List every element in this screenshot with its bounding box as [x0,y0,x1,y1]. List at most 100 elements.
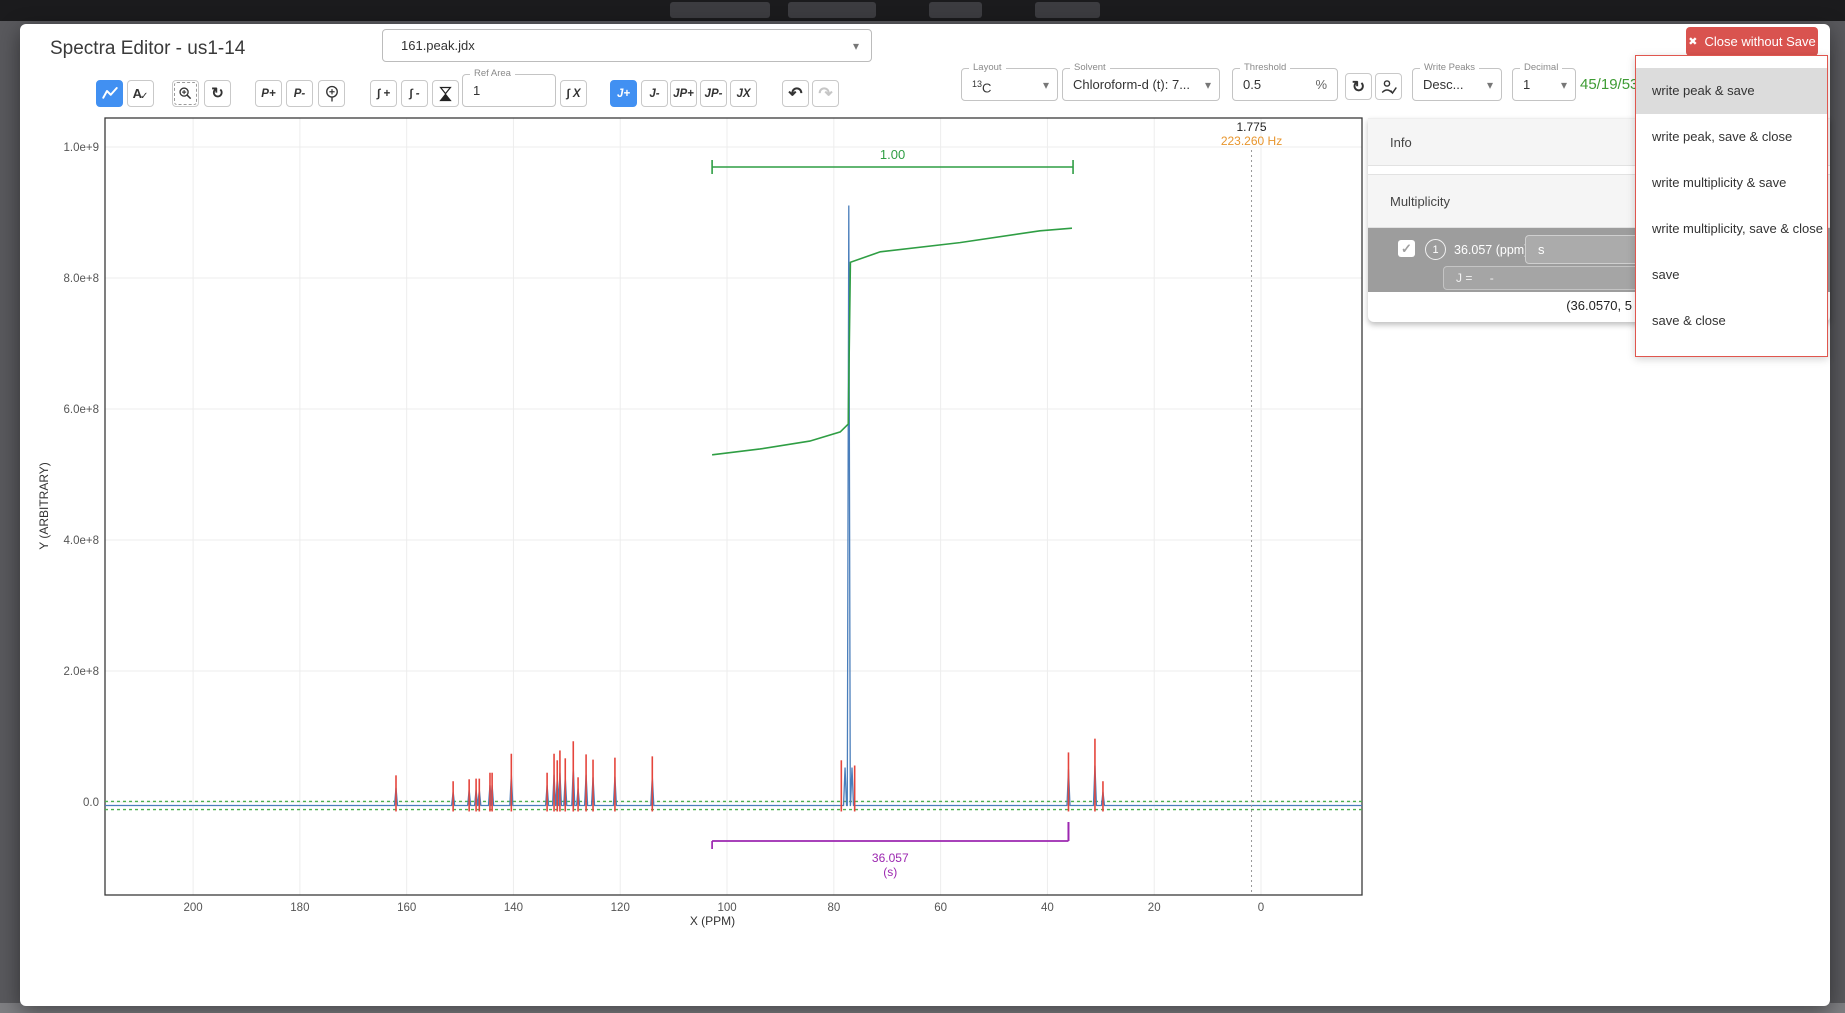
multiplet-type-label: (s) [883,865,897,879]
ranges-picking-button[interactable]: A✓ [127,80,154,107]
peaks-remove-button[interactable]: P- [286,80,313,107]
spectra-editor-dialog: Spectra Editor - us1-14 161.peak.jdx ▾ ✖… [20,24,1830,1006]
threshold-field[interactable]: Threshold 0.5 % [1232,68,1338,101]
close-button-label: Close without Save [1704,34,1815,49]
redo-arrow-icon: ↷ [818,85,832,102]
y-tick-label: 1.0e+9 [64,142,100,154]
write-peaks-select[interactable]: Write Peaks Desc... ▾ [1412,68,1502,101]
spectrum-trace [105,205,1362,805]
close-icon: ✖ [1688,35,1697,48]
toolbar-button-label: JP- [705,88,723,100]
undo-button[interactable]: ↶ [782,80,809,107]
chevron-down-icon: ▾ [1205,78,1211,92]
y-axis-title: Y (ARBITRARY) [37,441,55,571]
ref-area-field[interactable]: Ref Area 1 [462,74,556,107]
spectrum-display-button[interactable] [96,80,123,107]
peaks-add-button[interactable]: P+ [255,80,282,107]
save-options-menu: write peak & savewrite peak, save & clos… [1635,55,1828,357]
decimal-value: 1 [1523,69,1530,100]
y-tick-label: 2.0e+8 [64,666,100,678]
close-without-save-button[interactable]: ✖ Close without Save [1686,27,1818,56]
x-tick-label: 80 [827,902,840,914]
toolbar-button-label: P+ [261,88,275,100]
y-tick-label: 6.0e+8 [64,404,100,416]
x-tick-label: 0 [1258,902,1264,914]
background-window-tab [670,2,770,18]
menu-item-save-close[interactable]: save & close [1636,298,1827,344]
menu-item-save[interactable]: save [1636,252,1827,298]
jp-remove-button[interactable]: JP- [700,80,727,107]
multiplet-shift-label: 36.057 [872,851,909,865]
integral-curve [712,228,1072,455]
threshold-unit: % [1315,69,1327,100]
jx-button[interactable]: JX [730,80,757,107]
x-tick-label: 60 [934,902,947,914]
zoom-tool-button[interactable] [172,80,199,107]
magnifier-dashed-icon [174,82,197,105]
toolbar-button-label: ∫ - [409,88,419,100]
y-tick-label: 4.0e+8 [64,535,100,547]
integral-remove-button[interactable]: ∫ - [401,80,428,107]
page-title: Spectra Editor - us1-14 [50,38,245,60]
j-add-button[interactable]: J+ [610,80,637,107]
toolbar-button-label: ∫ X [566,88,580,100]
chevron-down-icon: ▾ [1043,78,1049,92]
peaks-counter: 45/19/53 [1580,76,1638,93]
hourglass-icon [438,85,453,103]
desktop-top-bar [0,0,1845,21]
integral-remove-all-button[interactable]: ∫ X [560,80,587,107]
jp-add-button[interactable]: JP+ [670,80,697,107]
x-tick-label: 160 [397,902,416,914]
circular-arrow-icon: ↻ [211,86,224,101]
multiplet-shift-value: 36.057 (ppm) [1454,243,1528,257]
toolbar-button-label: JP+ [673,88,694,100]
multiplet-index-badge: 1 [1425,239,1446,260]
menu-item-write-multiplicity-save[interactable]: write multiplicity & save [1636,160,1827,206]
spectrum-file-select[interactable]: 161.peak.jdx ▾ [382,29,872,62]
recalculate-button[interactable]: ↻ [1345,73,1372,100]
solvent-select[interactable]: Solvent Chloroform-d (t): 7... ▾ [1062,68,1220,101]
background-window-tab [788,2,876,18]
plot-border [105,118,1362,895]
x-tick-label: 20 [1148,902,1161,914]
write-peaks-value: Desc... [1423,69,1463,100]
toolbar-button-label: ∫ + [377,88,390,100]
zoom-reset-button[interactable]: ↻ [204,80,231,107]
x-tick-label: 140 [504,902,523,914]
spectrum-plot[interactable]: 1.0036.057(s)1.775223.260 Hz200180160140… [40,110,1385,945]
y-tick-label: 8.0e+8 [64,273,100,285]
menu-item-write-peak-save[interactable]: write peak & save [1636,68,1827,114]
background-window-tab [929,2,982,18]
integral-add-button[interactable]: ∫ + [370,80,397,107]
chevron-down-icon: ▾ [1561,78,1567,92]
zigzag-line-icon [100,85,120,103]
layout-select[interactable]: Layout 13C ▾ [961,68,1058,101]
toolbar-button-label: J+ [617,88,630,100]
chevron-down-icon: ▾ [853,39,859,53]
auto-assign-button[interactable] [1375,73,1402,100]
menu-item-write-multiplicity-save-close[interactable]: write multiplicity, save & close [1636,206,1827,252]
x-tick-label: 120 [611,902,630,914]
background-window-tab [1035,2,1100,18]
spectrum-file-value: 161.peak.jdx [401,30,475,61]
decimal-select[interactable]: Decimal 1 ▾ [1512,68,1576,101]
j-remove-button[interactable]: J- [641,80,668,107]
j-label: J = [1456,271,1472,285]
toolbar-button-label: P- [294,88,306,100]
toolbar-button-label: J- [649,88,659,100]
auto-integrate-button[interactable] [432,80,459,107]
redo-button[interactable]: ↷ [812,80,839,107]
chevron-down-icon: ▾ [1487,78,1493,92]
x-tick-label: 200 [184,902,203,914]
peak-pick-button[interactable] [318,80,345,107]
layout-value: 13C [972,69,991,103]
menu-item-write-peak-save-close[interactable]: write peak, save & close [1636,114,1827,160]
x-axis-title: X (PPM) [40,914,1385,928]
person-check-icon [1380,78,1398,96]
x-tick-label: 100 [717,902,736,914]
multiplet-summary-text: (36.0570, 5 [1368,298,1632,313]
integral-value-label: 1.00 [880,147,905,162]
solvent-value: Chloroform-d (t): 7... [1073,69,1190,100]
threshold-value: 0.5 [1243,69,1261,100]
multiplet-checkbox[interactable]: ✓ [1398,240,1415,257]
